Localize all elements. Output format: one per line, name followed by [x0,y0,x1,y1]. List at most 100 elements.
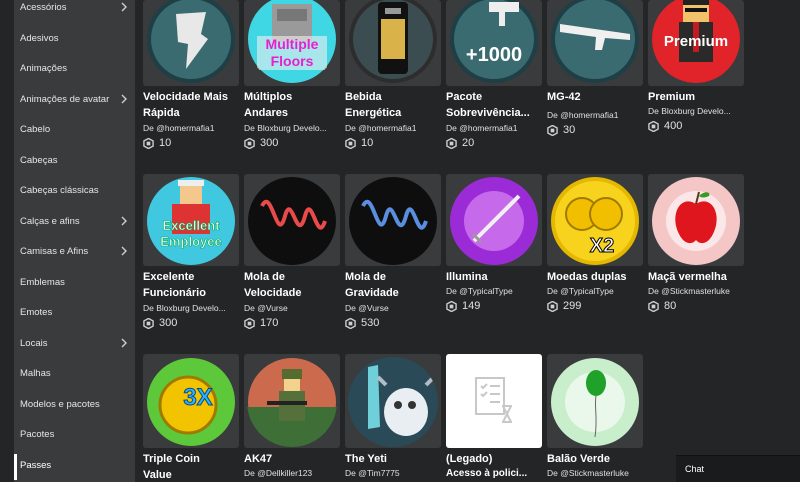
item-creator[interactable]: De @Vurse [244,303,340,313]
sidebar-item-camisas[interactable]: Camisas e Afins [14,236,135,266]
item-card[interactable]: Excellent Employee Excelente Funcionário … [143,174,239,329]
item-creator[interactable]: De Bloxburg Develo... [648,106,744,116]
item-card[interactable]: Mola de Velocidade De @Vurse 170 [244,174,340,329]
item-creator[interactable]: De @homermafia1 [143,123,239,133]
item-creator[interactable]: De @Stickmasterluke [547,468,643,478]
item-thumbnail[interactable]: 3X [143,354,239,448]
item-card[interactable]: Multiple Floors Múltiplos Andares De Blox… [244,0,340,149]
item-creator[interactable]: De @homermafia1 [547,110,643,120]
sidebar-item-adesivos[interactable]: Adesivos [14,23,135,53]
item-thumbnail[interactable] [345,174,441,266]
item-thumbnail[interactable] [446,354,542,448]
chat-label: Chat [685,464,705,474]
sidebar-item-passes[interactable]: Passes [14,450,135,480]
item-thumbnail[interactable]: Multiple Floors [244,0,340,86]
sidebar-item-emotes[interactable]: Emotes [14,297,135,327]
item-thumbnail[interactable] [648,174,744,266]
item-title[interactable]: Triple Coin [143,451,239,467]
item-thumbnail[interactable] [547,354,643,448]
item-card[interactable]: (Legado) Acesso à polici... [446,354,542,479]
item-creator[interactable]: De @homermafia1 [345,123,441,133]
item-title[interactable]: AK47 [244,451,340,467]
sidebar-item-animacoes-avatar[interactable]: Animações de avatar [14,84,135,114]
item-title[interactable]: Bebida [345,89,441,105]
sidebar-item-cabelo[interactable]: Cabelo [14,114,135,144]
item-price-value: 300 [159,317,178,329]
item-creator[interactable]: De @Dellkiller123 [244,468,340,478]
item-title-line2[interactable]: Acesso à polici... [446,468,542,479]
item-card[interactable]: MG-42 De @homermafia1 30 [547,0,643,136]
item-card[interactable]: Velocidade Mais Rápida De @homermafia1 1… [143,0,239,149]
item-title-line2[interactable]: Andares [244,105,340,121]
item-title-line2[interactable]: Gravidade [345,285,441,301]
item-creator[interactable]: De @TypicalType [446,286,542,296]
sidebar-item-animacoes[interactable]: Animações [14,53,135,83]
item-thumbnail[interactable]: +1000 [446,0,542,86]
item-card[interactable]: 3X Triple Coin Value [143,354,239,482]
item-title-line2[interactable]: Velocidade [244,285,340,301]
yeti-icon [348,357,438,447]
item-thumbnail[interactable] [446,174,542,266]
item-creator[interactable]: De @TypicalType [547,286,643,296]
item-title[interactable]: Pacote [446,89,542,105]
sidebar-item-cabecas[interactable]: Cabeças [14,145,135,175]
item-thumbnail[interactable]: X2 [547,174,643,266]
item-title[interactable]: (Legado) [446,451,542,467]
item-title[interactable]: Múltiplos [244,89,340,105]
item-card[interactable]: X2 Moedas duplas De @TypicalType 299 [547,174,643,312]
item-title[interactable]: Mola de [345,269,441,285]
sidebar-item-modelos[interactable]: Modelos e pacotes [14,389,135,419]
item-creator[interactable]: De Bloxburg Develo... [244,123,340,133]
item-title[interactable]: Illumina [446,269,542,285]
item-title-line2[interactable]: Sobrevivência... [446,105,542,121]
item-title[interactable]: Velocidade Mais [143,89,239,105]
sidebar-item-acessorios[interactable]: Acessórios [14,0,135,22]
item-title-line2[interactable]: Funcionário [143,285,239,301]
item-card[interactable]: Bebida Energética De @homermafia1 10 [345,0,441,149]
item-card[interactable]: Balão Verde De @Stickmasterluke [547,354,643,478]
item-card[interactable]: Mola de Gravidade De @Vurse 530 [345,174,441,329]
item-creator[interactable]: De @Tim7775 [345,468,441,478]
sidebar-item-locais[interactable]: Locais [14,328,135,358]
item-thumbnail[interactable] [143,0,239,86]
item-title[interactable]: Premium [648,89,744,105]
item-card[interactable]: Maçã vermelha De @Stickmasterluke 80 [648,174,744,312]
item-title[interactable]: Moedas duplas [547,269,643,285]
item-title[interactable]: Balão Verde [547,451,643,467]
item-thumbnail[interactable] [244,174,340,266]
item-thumbnail[interactable]: Premium [648,0,744,86]
item-card[interactable]: Illumina De @TypicalType 149 [446,174,542,312]
item-card[interactable]: +1000 Pacote Sobrevivência... De @homerm… [446,0,542,149]
item-title-line2[interactable]: Value [143,467,239,482]
item-title-line2[interactable]: Energética [345,105,441,121]
item-title[interactable]: Mola de [244,269,340,285]
item-title[interactable]: The Yeti [345,451,441,467]
sidebar-item-pacotes[interactable]: Pacotes [14,419,135,449]
item-thumbnail[interactable]: Excellent Employee [143,174,239,266]
item-grid: Velocidade Mais Rápida De @homermafia1 1… [135,0,800,482]
item-card[interactable]: AK47 De @Dellkiller123 [244,354,340,478]
sidebar-item-label: Passes [20,459,52,471]
item-creator[interactable]: De @Vurse [345,303,441,313]
item-thumbnail[interactable] [345,354,441,448]
item-price-value: 400 [664,120,683,132]
item-title[interactable]: Maçã vermelha [648,269,744,285]
sidebar-item-cabecas-classicas[interactable]: Cabeças clássicas [14,175,135,205]
soldier-avatar-icon [247,357,337,447]
item-creator[interactable]: De Bloxburg Develo... [143,303,239,313]
item-thumbnail[interactable] [345,0,441,86]
item-title[interactable]: Excelente [143,269,239,285]
item-title-line2[interactable]: Rápida [143,105,239,121]
sidebar-item-emblemas[interactable]: Emblemas [14,267,135,297]
item-creator[interactable]: De @homermafia1 [446,123,542,133]
chat-tab[interactable]: Chat [676,455,800,482]
item-thumbnail[interactable] [547,0,643,86]
item-card[interactable]: Premium Premium De Bloxburg Develo... 40… [648,0,744,132]
item-thumbnail[interactable] [244,354,340,448]
red-spring-icon [247,176,337,266]
item-title[interactable]: MG-42 [547,89,643,105]
sidebar-item-malhas[interactable]: Malhas [14,358,135,388]
item-creator[interactable]: De @Stickmasterluke [648,286,744,296]
item-card[interactable]: The Yeti De @Tim7775 [345,354,441,478]
sidebar-item-calcas[interactable]: Calças e afins [14,206,135,236]
